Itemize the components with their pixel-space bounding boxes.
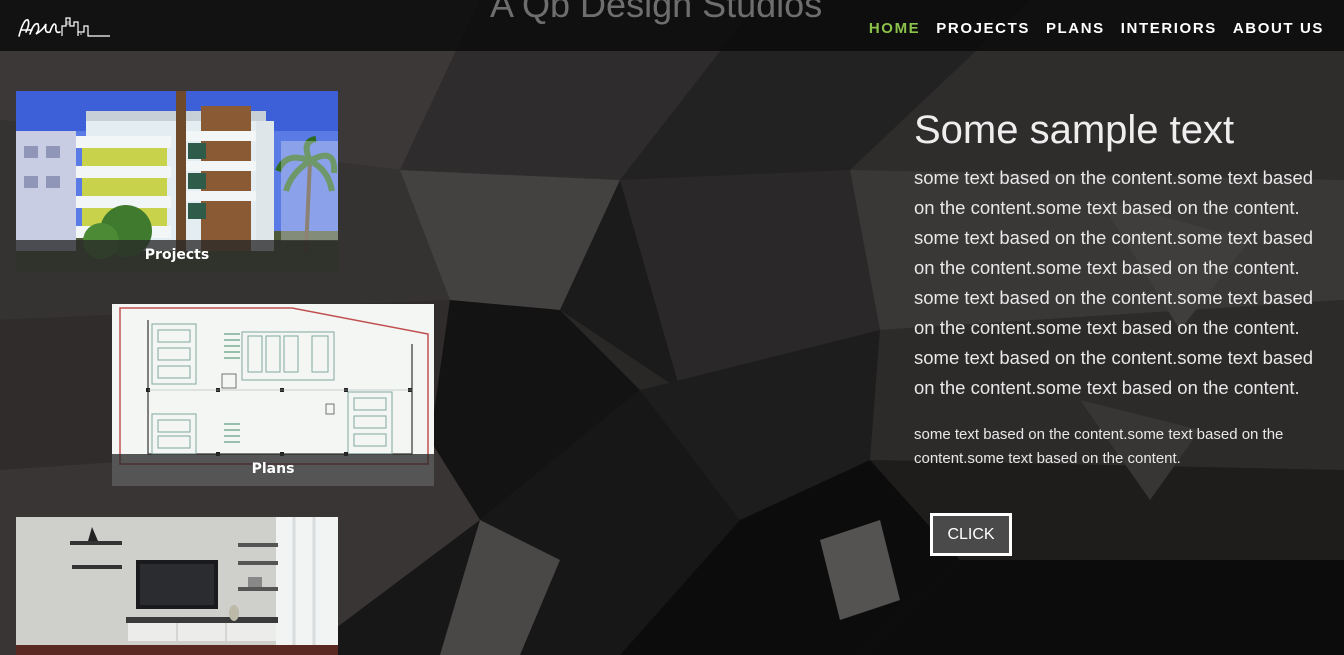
projects-caption: Projects	[16, 240, 338, 272]
interiors-card[interactable]	[16, 517, 338, 655]
nav-home[interactable]: HOME	[869, 20, 920, 37]
aqb-logo-icon[interactable]	[16, 12, 112, 42]
projects-card[interactable]: Projects	[16, 91, 338, 272]
top-navigation-bar: A Qb Design Studios HOME PROJECTS PLANS …	[0, 0, 1344, 51]
nav-about-us[interactable]: ABOUT US	[1233, 20, 1324, 37]
main-nav: HOME PROJECTS PLANS INTERIORS ABOUT US	[869, 20, 1324, 37]
content-paragraph: some text based on the content.some text…	[914, 167, 1314, 398]
click-button[interactable]: CLICK	[930, 513, 1012, 556]
interior-image	[16, 517, 338, 655]
nav-plans[interactable]: PLANS	[1046, 20, 1105, 37]
site-title: A Qb Design Studios	[490, 0, 823, 25]
content-small-paragraph: some text based on the content.some text…	[914, 426, 1284, 467]
content-heading: Some sample text	[914, 108, 1235, 152]
page: A Qb Design Studios HOME PROJECTS PLANS …	[0, 0, 1344, 655]
plans-caption: Plans	[112, 454, 434, 486]
plans-card[interactable]: Plans	[112, 304, 434, 486]
nav-projects[interactable]: PROJECTS	[936, 20, 1030, 37]
main-content: Some sample text some text based on the …	[914, 108, 1334, 470]
nav-interiors[interactable]: INTERIORS	[1121, 20, 1217, 37]
